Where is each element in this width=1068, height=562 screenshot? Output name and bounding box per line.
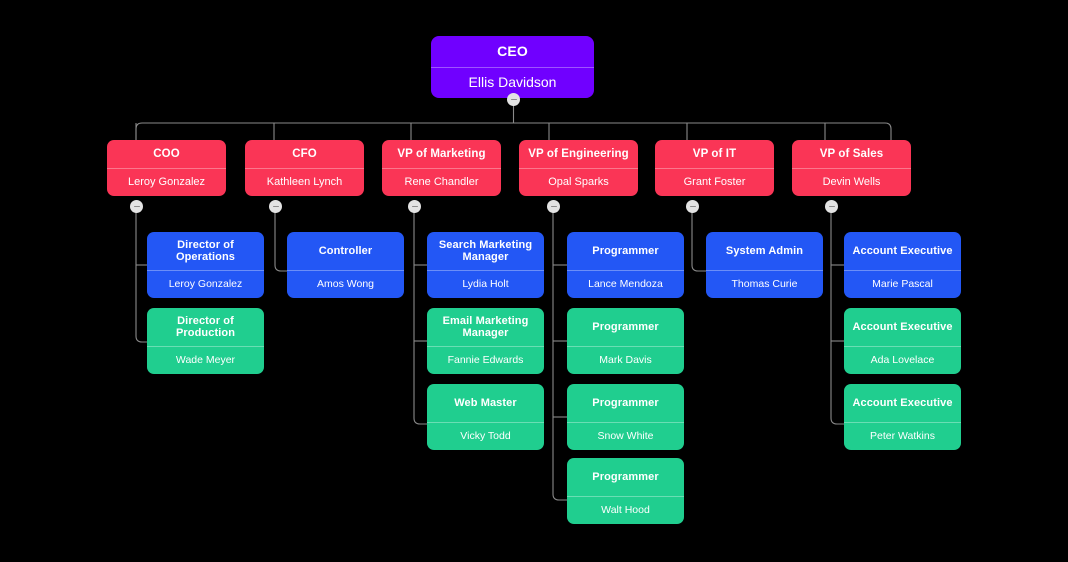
node-person: Kathleen Lynch [245,168,364,196]
node-account-executive-peter[interactable]: Account Executive Peter Watkins [844,384,961,450]
collapse-toggle-vp-marketing[interactable] [408,200,421,213]
node-title: Programmer [592,396,659,409]
node-title: VP of Engineering [528,147,629,160]
link-vpit-spine [691,212,706,272]
node-search-marketing-manager[interactable]: Search Marketing Manager Lydia Holt [427,232,544,298]
node-programmer-lance[interactable]: Programmer Lance Mendoza [567,232,684,298]
node-person: Amos Wong [287,270,404,298]
node-person: Thomas Curie [706,270,823,298]
node-coo[interactable]: COO Leroy Gonzalez [107,140,226,196]
node-title: Controller [318,244,373,257]
minus-icon [550,205,557,208]
link-exec-bus [135,122,892,140]
collapse-toggle-vp-sales[interactable] [825,200,838,213]
node-title: Director of Production [175,314,236,339]
link-vpm-spine [413,212,427,425]
node-person: Lance Mendoza [567,270,684,298]
node-email-marketing-manager[interactable]: Email Marketing Manager Fannie Edwards [427,308,544,374]
node-person: Fannie Edwards [427,346,544,374]
collapse-toggle-coo[interactable] [130,200,143,213]
node-person: Walt Hood [567,496,684,524]
collapse-toggle-vp-engineering[interactable] [547,200,560,213]
link-vpe-spine [552,212,567,501]
collapse-toggle-ceo[interactable] [507,93,520,106]
node-system-admin[interactable]: System Admin Thomas Curie [706,232,823,298]
node-web-master[interactable]: Web Master Vicky Todd [427,384,544,450]
node-person: Rene Chandler [382,168,501,196]
org-chart: CEO Ellis Davidson COO Leroy Gonzalez CF… [0,0,1068,562]
node-person: Grant Foster [655,168,774,196]
node-person: Marie Pascal [844,270,961,298]
node-ceo[interactable]: CEO Ellis Davidson [431,36,594,98]
node-title: Programmer [592,244,659,257]
node-title: Account Executive [852,320,953,333]
node-cfo[interactable]: CFO Kathleen Lynch [245,140,364,196]
node-title: CEO [497,42,528,59]
node-vp-engineering[interactable]: VP of Engineering Opal Sparks [519,140,638,196]
node-title: Account Executive [852,396,953,409]
node-person: Opal Sparks [519,168,638,196]
node-person: Mark Davis [567,346,684,374]
minus-icon [510,98,517,101]
node-title: Search Marketing Manager [438,238,533,263]
node-account-executive-marie[interactable]: Account Executive Marie Pascal [844,232,961,298]
node-title: VP of Sales [819,147,884,160]
node-title: System Admin [725,244,804,257]
node-title: CFO [292,147,317,160]
link-vps-spine [830,212,844,425]
node-title: VP of IT [692,147,737,160]
collapse-toggle-vp-it[interactable] [686,200,699,213]
link-cfo-spine [274,212,287,272]
node-title: VP of Marketing [397,147,486,160]
node-title: COO [153,147,180,160]
node-person: Lydia Holt [427,270,544,298]
node-account-executive-ada[interactable]: Account Executive Ada Lovelace [844,308,961,374]
node-person: Leroy Gonzalez [147,270,264,298]
node-title: Web Master [454,396,517,409]
minus-icon [133,205,140,208]
node-person: Devin Wells [792,168,911,196]
node-programmer-walt[interactable]: Programmer Walt Hood [567,458,684,524]
node-person: Vicky Todd [427,422,544,450]
node-programmer-snow[interactable]: Programmer Snow White [567,384,684,450]
node-controller[interactable]: Controller Amos Wong [287,232,404,298]
node-vp-marketing[interactable]: VP of Marketing Rene Chandler [382,140,501,196]
node-vp-sales[interactable]: VP of Sales Devin Wells [792,140,911,196]
minus-icon [689,205,696,208]
node-person: Peter Watkins [844,422,961,450]
node-title: Programmer [592,470,659,483]
node-title: Email Marketing Manager [442,314,529,339]
node-title: Programmer [592,320,659,333]
node-director-of-production[interactable]: Director of Production Wade Meyer [147,308,264,374]
node-person: Ada Lovelace [844,346,961,374]
collapse-toggle-cfo[interactable] [269,200,282,213]
node-person: Leroy Gonzalez [107,168,226,196]
node-director-of-operations[interactable]: Director of Operations Leroy Gonzalez [147,232,264,298]
minus-icon [828,205,835,208]
node-vp-it[interactable]: VP of IT Grant Foster [655,140,774,196]
link-coo-spine [135,212,147,343]
minus-icon [272,205,279,208]
node-title: Account Executive [852,244,953,257]
node-title: Director of Operations [175,238,236,263]
node-person: Wade Meyer [147,346,264,374]
node-programmer-mark[interactable]: Programmer Mark Davis [567,308,684,374]
node-person: Snow White [567,422,684,450]
minus-icon [411,205,418,208]
